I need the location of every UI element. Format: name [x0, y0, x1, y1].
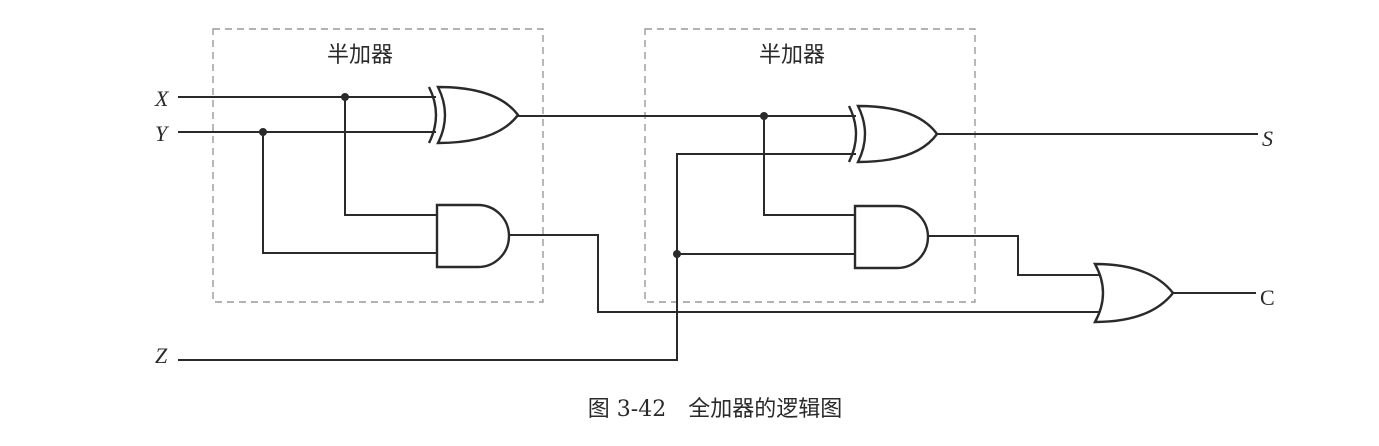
junction-dot [259, 128, 267, 136]
half-adder-label-2: 半加器 [759, 43, 825, 68]
xor-gate-2 [847, 104, 939, 164]
output-label-s: S [1262, 126, 1273, 151]
and-gate-2 [853, 204, 930, 270]
or-gate [1092, 262, 1175, 324]
figure-caption: 图 3-42 全加器的逻辑图 [588, 397, 842, 422]
wire-x-branch [344, 97, 437, 216]
junction-dot [341, 93, 349, 101]
wire-and2-out [928, 235, 1100, 276]
output-label-c: C [1260, 285, 1275, 310]
wire-xor1-branch [763, 116, 855, 216]
half-adder-box-2 [644, 28, 976, 303]
xor-gate-1 [427, 85, 520, 145]
half-adder-label-1: 半加器 [327, 43, 393, 68]
wire-and1-out [510, 234, 1100, 313]
and-gate-1 [435, 203, 511, 269]
junction-dot [673, 250, 681, 258]
full-adder-diagram: 半加器 半加器 X Y Z S C 图 3-42 全加器的逻辑图 [0, 0, 1379, 446]
input-label-z: Z [155, 343, 168, 368]
wire-y-branch [262, 132, 437, 254]
wire-z [178, 153, 856, 361]
input-label-y: Y [155, 121, 170, 146]
junction-dot [760, 112, 768, 120]
logic-diagram-canvas: 半加器 半加器 X Y Z S C 图 3-42 全加器的逻辑图 [154, 28, 1275, 422]
input-label-x: X [154, 86, 170, 111]
